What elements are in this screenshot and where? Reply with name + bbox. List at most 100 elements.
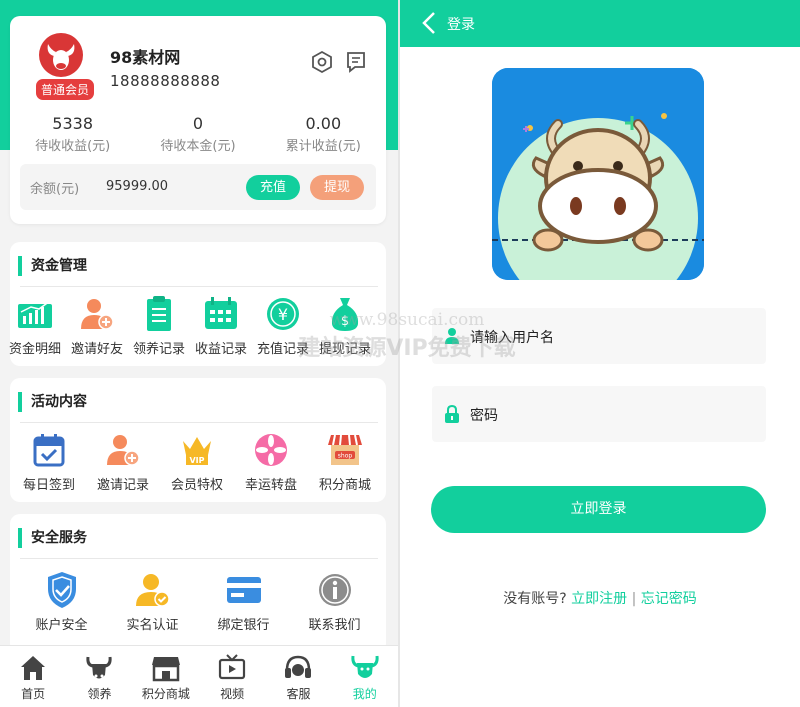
lucky-wheel-icon bbox=[251, 430, 291, 470]
funds-section: 资金管理 资金明细 邀请好友 领养记录 收益记录 ¥ 充值记录 $ 提现记录 bbox=[9, 242, 386, 366]
activity-section: 活动内容 每日签到 邀请记录 VIP 会员特权 幸运转盘 shop 积分商城 bbox=[10, 378, 386, 502]
back-arrow-icon[interactable] bbox=[418, 11, 442, 35]
money-bag-icon: $ bbox=[325, 294, 365, 334]
recharge-button[interactable]: 充值 bbox=[246, 175, 300, 200]
invite-user-icon bbox=[77, 294, 117, 334]
calendar-icon bbox=[201, 294, 241, 334]
grid-item-points-mall[interactable]: shop 积分商城 bbox=[308, 430, 382, 493]
grid-item-contact-us[interactable]: 联系我们 bbox=[289, 570, 380, 633]
divider bbox=[20, 286, 378, 287]
tab-home[interactable]: 首页 bbox=[0, 646, 66, 707]
grid-item-income-records[interactable]: 收益记录 bbox=[190, 294, 252, 357]
grid-item-recharge-records[interactable]: ¥ 充值记录 bbox=[252, 294, 314, 357]
user-card: 普通会员 98素材网 18888888888 5338 待收收益(元) 0 待收… bbox=[10, 16, 386, 224]
stat-total-income[interactable]: 0.00 累计收益(元) bbox=[261, 114, 386, 154]
message-icon[interactable] bbox=[344, 50, 368, 74]
grid-item-lucky-wheel[interactable]: 幸运转盘 bbox=[234, 430, 308, 493]
shop-icon: shop bbox=[325, 430, 365, 470]
yen-coin-icon: ¥ bbox=[263, 294, 303, 334]
bottom-tab-bar: 首页 领养 积分商城 视频 客服 我的 bbox=[0, 645, 398, 707]
stat-value: 0 bbox=[192, 114, 204, 133]
bank-card-icon bbox=[224, 570, 264, 610]
info-icon bbox=[315, 570, 355, 610]
stats-row: 5338 待收收益(元) 0 待收本金(元) 0.00 累计收益(元) bbox=[10, 114, 386, 154]
tab-label: 积分商城 bbox=[141, 687, 190, 701]
grid-item-label: 账户安全 bbox=[35, 618, 88, 633]
member-level-badge: 普通会员 bbox=[34, 77, 97, 102]
stat-label: 待收收益(元) bbox=[35, 139, 111, 154]
grid-item-label: 资金明细 bbox=[8, 342, 61, 357]
svg-text:¥: ¥ bbox=[278, 305, 288, 324]
home-icon bbox=[18, 653, 48, 683]
avatar[interactable] bbox=[36, 30, 86, 80]
login-header: 登录 bbox=[400, 0, 800, 47]
tab-customer-service[interactable]: 客服 bbox=[265, 646, 331, 707]
tab-label: 客服 bbox=[286, 687, 311, 701]
section-title: 活动内容 bbox=[18, 392, 87, 412]
tab-label: 领养 bbox=[87, 687, 112, 701]
tab-adopt[interactable]: 领养 bbox=[66, 646, 132, 707]
user-name: 98素材网 bbox=[110, 48, 181, 67]
withdraw-button[interactable]: 提现 bbox=[310, 175, 364, 200]
tab-label: 视频 bbox=[220, 687, 245, 701]
grid-item-label: 幸运转盘 bbox=[244, 478, 297, 493]
stat-value: 5338 bbox=[52, 114, 94, 133]
grid-item-real-name-verification[interactable]: 实名认证 bbox=[107, 570, 198, 633]
grid-item-fund-details[interactable]: 资金明细 bbox=[4, 294, 66, 357]
headset-icon bbox=[283, 653, 313, 683]
balance-bar: 余额(元) 95999.00 充值 提现 bbox=[20, 164, 376, 210]
tab-video[interactable]: 视频 bbox=[199, 646, 265, 707]
grid-item-label: 充值记录 bbox=[256, 342, 309, 357]
verified-user-icon bbox=[133, 570, 173, 610]
login-screen: 登录 请输入用户名 密码 立即登录 没有账号? 立即注册 | 忘记密码 bbox=[400, 0, 800, 707]
page-title: 登录 bbox=[447, 17, 475, 33]
register-link[interactable]: 立即注册 bbox=[571, 591, 627, 607]
grid-item-invite-records[interactable]: 邀请记录 bbox=[86, 430, 160, 493]
stat-pending-income[interactable]: 5338 待收收益(元) bbox=[10, 114, 135, 154]
grid-item-label: 联系我们 bbox=[308, 618, 361, 633]
calendar-check-icon bbox=[29, 430, 69, 470]
grid-item-daily-checkin[interactable]: 每日签到 bbox=[12, 430, 86, 493]
grid-item-invite-friends[interactable]: 邀请好友 bbox=[66, 294, 128, 357]
stat-pending-principal[interactable]: 0 待收本金(元) bbox=[135, 114, 260, 154]
grid-item-label: 提现记录 bbox=[318, 342, 371, 357]
funds-grid: 资金明细 邀请好友 领养记录 收益记录 ¥ 充值记录 $ 提现记录 bbox=[4, 294, 380, 357]
grid-item-account-security[interactable]: 账户安全 bbox=[16, 570, 107, 633]
grid-item-label: 邀请记录 bbox=[96, 478, 149, 493]
grid-item-label: 积分商城 bbox=[318, 478, 371, 493]
link-separator: | bbox=[631, 591, 637, 607]
user-phone: 18888888888 bbox=[110, 72, 221, 90]
forgot-password-link[interactable]: 忘记密码 bbox=[641, 591, 697, 607]
grid-item-bind-bank[interactable]: 绑定银行 bbox=[198, 570, 289, 633]
tab-label: 首页 bbox=[21, 687, 46, 701]
section-title: 资金管理 bbox=[18, 256, 87, 276]
grid-item-label: 会员特权 bbox=[170, 478, 223, 493]
grid-item-label: 邀请好友 bbox=[70, 342, 123, 357]
grid-item-withdraw-records[interactable]: $ 提现记录 bbox=[314, 294, 376, 357]
tab-points-mall[interactable]: 积分商城 bbox=[133, 646, 199, 707]
password-field[interactable]: 密码 bbox=[432, 386, 766, 442]
grid-item-label: 实名认证 bbox=[126, 618, 179, 633]
lock-icon bbox=[444, 404, 460, 423]
login-button[interactable]: 立即登录 bbox=[431, 486, 766, 533]
activity-grid: 每日签到 邀请记录 VIP 会员特权 幸运转盘 shop 积分商城 bbox=[12, 430, 382, 493]
section-title: 安全服务 bbox=[18, 528, 87, 548]
stat-label: 累计收益(元) bbox=[285, 139, 361, 154]
grid-item-adoption-records[interactable]: 领养记录 bbox=[128, 294, 190, 357]
settings-icon[interactable] bbox=[310, 50, 334, 74]
stat-label: 待收本金(元) bbox=[160, 139, 236, 154]
security-grid: 账户安全 实名认证 绑定银行 联系我们 bbox=[16, 570, 380, 633]
vip-crown-icon: VIP bbox=[177, 430, 217, 470]
tab-mine[interactable]: 我的 bbox=[332, 646, 398, 707]
shield-check-icon bbox=[42, 570, 82, 610]
password-placeholder: 密码 bbox=[470, 408, 498, 424]
cow-mascot-icon bbox=[492, 68, 704, 280]
store-icon bbox=[151, 653, 181, 683]
svg-text:VIP: VIP bbox=[189, 456, 204, 465]
app-logo bbox=[492, 68, 704, 280]
username-field[interactable]: 请输入用户名 bbox=[432, 308, 766, 364]
grid-item-vip-privileges[interactable]: VIP 会员特权 bbox=[160, 430, 234, 493]
security-section: 安全服务 账户安全 实名认证 绑定银行 联系我们 bbox=[10, 514, 386, 654]
tab-label: 我的 bbox=[352, 687, 377, 701]
divider bbox=[20, 558, 378, 559]
